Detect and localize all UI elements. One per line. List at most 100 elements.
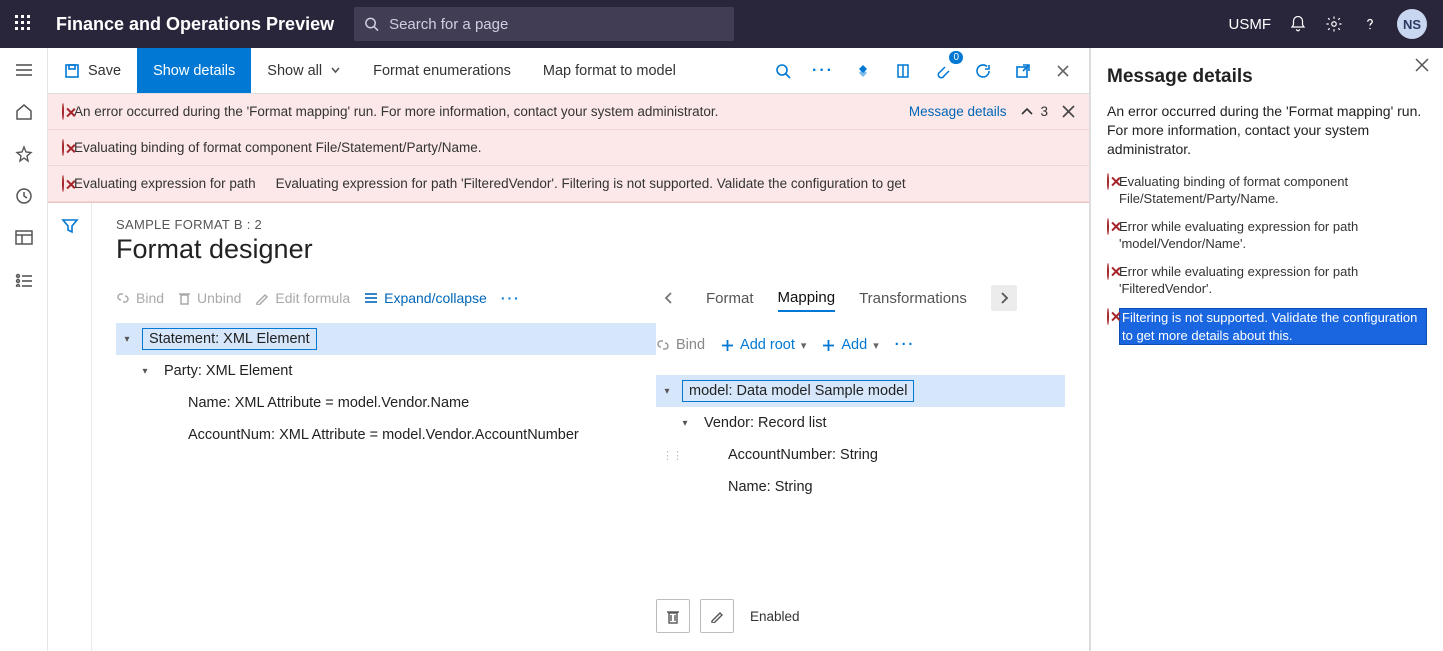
banner-collapse[interactable]: 3 (1020, 104, 1048, 119)
map-format-button[interactable]: Map format to model (527, 48, 692, 93)
modules-icon[interactable] (14, 270, 34, 290)
banner-3: Evaluating expression for path Evaluatin… (48, 166, 1089, 202)
caret-icon[interactable]: ▾ (660, 386, 674, 397)
message-details-link[interactable]: Message details (909, 104, 1007, 119)
more-cmd-icon[interactable]: ··· (805, 53, 841, 89)
panel-description: An error occurred during the 'Format map… (1107, 102, 1427, 159)
banner-close[interactable] (1062, 105, 1075, 118)
panel-title: Message details (1107, 66, 1427, 88)
message-list: Evaluating binding of format component F… (1107, 173, 1427, 345)
add-button[interactable]: Add▾ (822, 337, 878, 353)
left-toolbar: Bind Unbind Edit formula Expand/collapse… (116, 279, 656, 317)
chevron-down-icon (330, 65, 341, 76)
tab-transformations[interactable]: Transformations (859, 286, 967, 311)
format-enum-button[interactable]: Format enumerations (357, 48, 527, 93)
hamburger-icon[interactable] (14, 60, 34, 80)
message-item[interactable]: Filtering is not supported. Validate the… (1107, 308, 1427, 345)
unbind-label: Unbind (197, 290, 241, 306)
bind-label: Bind (136, 290, 164, 306)
message-item[interactable]: Error while evaluating expression for pa… (1107, 218, 1427, 253)
message-details-panel: Message details An error occurred during… (1090, 48, 1443, 651)
tree-label: Name: String (724, 477, 817, 497)
avatar[interactable]: NS (1397, 9, 1427, 39)
banner-text: Evaluating expression for path (74, 176, 256, 191)
bind-right-button: Bind (656, 337, 705, 353)
book-icon[interactable] (885, 53, 921, 89)
error-icon (1107, 218, 1109, 253)
star-icon[interactable] (14, 144, 34, 164)
error-icon (1107, 263, 1109, 298)
delete-button[interactable] (656, 599, 690, 633)
right-more-icon[interactable]: ··· (895, 337, 916, 353)
tree-row[interactable]: Name: String (656, 471, 1065, 503)
show-all-button[interactable]: Show all (251, 48, 357, 93)
caret-icon[interactable]: ▾ (120, 334, 134, 345)
message-item[interactable]: Evaluating binding of format component F… (1107, 173, 1427, 208)
error-icon (62, 104, 64, 119)
banner-count: 3 (1040, 104, 1048, 119)
tab-format[interactable]: Format (706, 286, 754, 311)
main-area: Save Show details Show all Format enumer… (48, 48, 1090, 651)
close-panel-icon[interactable] (1415, 58, 1429, 72)
help-icon[interactable] (1361, 15, 1379, 33)
message-text: Error while evaluating expression for pa… (1119, 218, 1427, 253)
mapping-pane: Format Mapping Transformations Bind Add … (656, 279, 1065, 651)
refresh-icon[interactable] (965, 53, 1001, 89)
message-text: Filtering is not supported. Validate the… (1119, 308, 1427, 345)
app-title: Finance and Operations Preview (48, 14, 354, 35)
tree-row[interactable]: AccountNum: XML Attribute = model.Vendor… (116, 419, 656, 451)
bell-icon[interactable] (1289, 15, 1307, 33)
app-launcher-icon[interactable] (0, 15, 48, 33)
model-tree: ▾model: Data model Sample model▾Vendor: … (656, 375, 1065, 503)
add-root-button[interactable]: Add root▾ (721, 337, 806, 353)
search-icon (364, 16, 379, 32)
message-item[interactable]: Error while evaluating expression for pa… (1107, 263, 1427, 298)
tab-next-icon[interactable] (991, 285, 1017, 311)
tree-row[interactable]: ▾Statement: XML Element (116, 323, 656, 355)
tree-row[interactable]: ▾Vendor: Record list (656, 407, 1065, 439)
workspace-icon[interactable] (14, 228, 34, 248)
map-format-label: Map format to model (543, 63, 676, 79)
unbind-button: Unbind (178, 290, 241, 306)
top-header: Finance and Operations Preview USMF NS (0, 0, 1443, 48)
filter-icon[interactable] (61, 217, 79, 235)
clock-icon[interactable] (14, 186, 34, 206)
tree-row[interactable]: AccountNumber: String (656, 439, 1065, 471)
caret-icon[interactable]: ▾ (138, 366, 152, 377)
edit-formula-button: Edit formula (255, 290, 350, 306)
edit-button[interactable] (700, 599, 734, 633)
tree-row[interactable]: ▾model: Data model Sample model (656, 375, 1065, 407)
global-search[interactable] (354, 7, 734, 41)
expand-collapse-button[interactable]: Expand/collapse (364, 290, 487, 306)
search-cmd-icon[interactable] (765, 53, 801, 89)
left-more-icon[interactable]: ··· (501, 290, 521, 306)
add-label: Add (841, 337, 867, 353)
save-button[interactable]: Save (48, 48, 137, 93)
bind-right-label: Bind (676, 337, 705, 353)
right-tabs: Format Mapping Transformations (656, 279, 1065, 317)
tree-row[interactable]: ▾Party: XML Element (116, 355, 656, 387)
banner-text: An error occurred during the 'Format map… (74, 104, 897, 119)
tree-label: AccountNumber: String (724, 445, 882, 465)
diamond-icon[interactable] (845, 53, 881, 89)
home-icon[interactable] (14, 102, 34, 122)
close-cmd-icon[interactable] (1045, 53, 1081, 89)
tab-prev-icon[interactable] (656, 285, 682, 311)
tab-mapping[interactable]: Mapping (778, 285, 836, 312)
right-toolbar: Bind Add root▾ Add▾ ··· (656, 325, 1065, 365)
enabled-label: Enabled (750, 609, 800, 624)
caret-icon[interactable]: ▾ (678, 418, 692, 429)
attachments-icon[interactable]: 0 (925, 53, 961, 89)
save-label: Save (88, 63, 121, 79)
gear-icon[interactable] (1325, 15, 1343, 33)
tree-label: Name: XML Attribute = model.Vendor.Name (184, 393, 473, 413)
format-tree: ▾Statement: XML Element▾Party: XML Eleme… (116, 323, 656, 451)
show-details-button[interactable]: Show details (137, 48, 251, 93)
search-input[interactable] (387, 15, 724, 34)
popout-icon[interactable] (1005, 53, 1041, 89)
company-picker[interactable]: USMF (1229, 16, 1272, 33)
message-text: Evaluating binding of format component F… (1119, 173, 1427, 208)
tree-row[interactable]: Name: XML Attribute = model.Vendor.Name (116, 387, 656, 419)
error-icon (62, 140, 64, 155)
show-all-label: Show all (267, 63, 322, 79)
